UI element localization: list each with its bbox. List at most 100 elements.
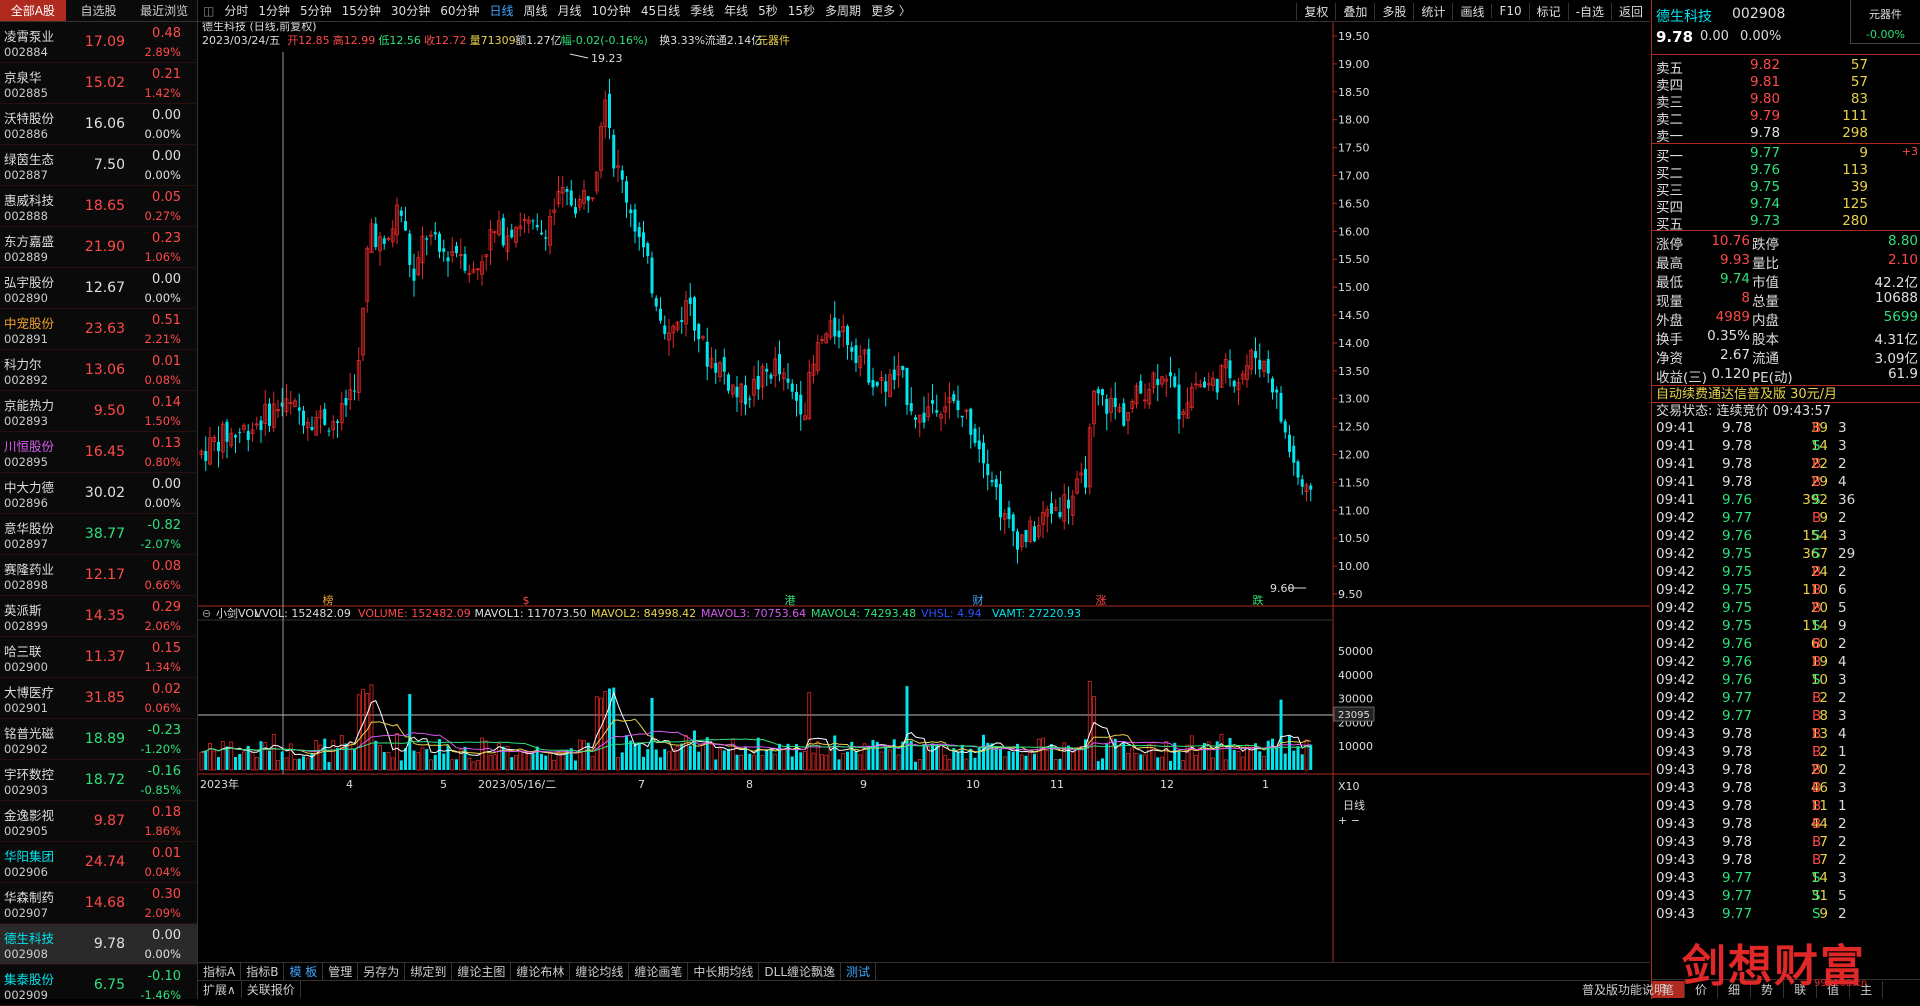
chart-tool-button[interactable]: 画线	[1452, 2, 1491, 20]
indicator-tab[interactable]: 指标B	[241, 963, 285, 980]
extension-tab[interactable]: 扩展∧	[198, 981, 242, 998]
stock-row[interactable]: 德生科技 002908 9.78 0.00 0.00%	[0, 924, 197, 965]
kline-chart[interactable]: 德生科技 (日线,前复权) 2023/03/24/五 开12.85 高12.99 低12…	[198, 19, 1650, 962]
bid-row[interactable]: 买一 9.77 9 +3	[1652, 145, 1920, 165]
stock-row[interactable]: 中大力德 002896 30.02 0.00 0.00%	[0, 473, 197, 514]
stock-row[interactable]: 宇环数控 002903 18.72 -0.16 -0.85%	[0, 760, 197, 801]
chart-tools: 复权 叠加 多股 统计 画线 F10 标记 -自选 返回	[1296, 0, 1650, 22]
ask-row[interactable]: 卖四 9.81 57	[1652, 74, 1920, 94]
candle-body	[654, 298, 658, 307]
tab-watchlist[interactable]: 自选股	[66, 0, 132, 21]
tick-side: S	[1812, 528, 1821, 544]
stock-name: 大博医疗	[4, 685, 55, 700]
stock-row[interactable]: 京泉华 002885 15.02 0.21 1.42%	[0, 63, 197, 104]
volume-bar	[922, 744, 926, 770]
stock-row[interactable]: 意华股份 002897 38.77 -0.82 -2.07%	[0, 514, 197, 555]
period-tab[interactable]: 月线	[553, 2, 587, 19]
bid-row[interactable]: 买四 9.74 125	[1652, 196, 1920, 216]
bid-row[interactable]: 买二 9.76 113	[1652, 162, 1920, 182]
indicator-tab[interactable]: 指标A	[198, 963, 242, 980]
chart-tool-button[interactable]: 叠加	[1335, 2, 1374, 20]
bid-row[interactable]: 买三 9.75 39	[1652, 179, 1920, 199]
tab-recent[interactable]: 最近浏览	[131, 0, 197, 21]
sector-box[interactable]: 元器件 -0.00%	[1850, 0, 1920, 44]
stock-row[interactable]: 弘宇股份 002890 12.67 0.00 0.00%	[0, 268, 197, 309]
chart-tool-button[interactable]: 复权	[1296, 2, 1335, 20]
period-tab[interactable]: 30分钟	[386, 2, 435, 19]
period-tab[interactable]: 45日线	[636, 2, 685, 19]
volume-bar	[323, 738, 327, 770]
chart-tool-button[interactable]: F10	[1491, 4, 1528, 18]
stock-row[interactable]: 中宠股份 002891 23.63 0.51 2.21%	[0, 309, 197, 350]
version-link[interactable]: 普及版功能说明	[1582, 981, 1666, 998]
indicator-tab[interactable]: 测试	[841, 963, 877, 980]
indicator-tab[interactable]: 管理	[323, 963, 359, 980]
ask-row[interactable]: 卖五 9.82 57	[1652, 57, 1920, 77]
promo-bar[interactable]: 自动续费通达信普及版 30元/月	[1652, 385, 1920, 402]
indicator-tab[interactable]: 缠论均线	[570, 963, 630, 980]
candle-body	[540, 232, 543, 235]
period-tab[interactable]: 周线	[519, 2, 553, 19]
indicator-tab[interactable]: 中长期均线	[688, 963, 760, 980]
period-tab[interactable]: 15秒	[783, 2, 820, 19]
chart-tool-button[interactable]: 多股	[1374, 2, 1413, 20]
indicator-tab[interactable]: DLL缠论飘逸	[759, 963, 842, 980]
stock-row[interactable]: 大博医疗 002901 31.85 0.02 0.06%	[0, 678, 197, 719]
period-tab[interactable]: 15分钟	[337, 2, 386, 19]
period-tab[interactable]: 季线	[685, 2, 719, 19]
indicator-tab[interactable]: 另存为	[358, 963, 406, 980]
tick-count: 2	[1838, 636, 1847, 652]
period-tab[interactable]: 多周期	[820, 2, 866, 19]
stock-row[interactable]: 科力尔 002892 13.06 0.01 0.08%	[0, 350, 197, 391]
candle-body	[705, 341, 709, 367]
stock-row[interactable]: 金逸影视 002905 9.87 0.18 1.86%	[0, 801, 197, 842]
candle-body	[642, 232, 645, 248]
extension-tab[interactable]: 关联报价	[242, 981, 301, 998]
stock-row[interactable]: 赛隆药业 002898 12.17 0.08 0.66%	[0, 555, 197, 596]
stock-row[interactable]: 铭普光磁 002902 18.89 -0.23 -1.20%	[0, 719, 197, 760]
bid-row[interactable]: 买五 9.73 280	[1652, 213, 1920, 233]
stock-row[interactable]: 凌霄泵业 002884 17.09 0.48 2.89%	[0, 22, 197, 63]
ask-row[interactable]: 卖一 9.78 298	[1652, 125, 1920, 145]
vol-tick: 10000	[1338, 740, 1373, 753]
volume-bar	[408, 694, 412, 770]
stock-row[interactable]: 惠威科技 002888 18.65 0.05 0.27%	[0, 186, 197, 227]
ask-row[interactable]: 卖二 9.79 111	[1652, 108, 1920, 128]
period-tab[interactable]: 1分钟	[253, 2, 295, 19]
indicator-tab[interactable]: 绑定到	[405, 963, 453, 980]
period-tab[interactable]: 年线	[719, 2, 753, 19]
stock-row[interactable]: 东方嘉盛 002889 21.90 0.23 1.06%	[0, 227, 197, 268]
tick-count: 2	[1838, 906, 1847, 922]
chart-tool-button[interactable]: 返回	[1610, 2, 1650, 20]
stock-row[interactable]: 川恒股份 002895 16.45 0.13 0.80%	[0, 432, 197, 473]
tab-all-a-shares[interactable]: 全部A股	[0, 0, 66, 21]
stock-row[interactable]: 沃特股份 002886 16.06 0.00 0.00%	[0, 104, 197, 145]
stock-row[interactable]: 华森制药 002907 14.68 0.30 2.09%	[0, 883, 197, 924]
chart-tool-button[interactable]: 标记	[1528, 2, 1568, 20]
indicator-tab[interactable]: 缠论画笔	[629, 963, 689, 980]
stock-row[interactable]: 京能热力 002893 9.50 0.14 1.50%	[0, 391, 197, 432]
period-tab[interactable]: 分时	[219, 2, 253, 19]
period-tab[interactable]: 日线	[484, 2, 518, 19]
period-tab[interactable]: 5分钟	[295, 2, 337, 19]
panel-toggle-icon[interactable]: ◫	[198, 4, 219, 18]
candle-body	[999, 483, 1002, 518]
chart-tool-button[interactable]: -自选	[1567, 2, 1611, 20]
stock-row[interactable]: 英派斯 002899 14.35 0.29 2.06%	[0, 596, 197, 637]
stock-row[interactable]: 哈三联 002900 11.37 0.15 1.34%	[0, 637, 197, 678]
stock-row[interactable]: 华阳集团 002906 24.74 0.01 0.04%	[0, 842, 197, 883]
indicator-tab[interactable]: 缠论布林	[511, 963, 571, 980]
chart-tool-button[interactable]: 统计	[1413, 2, 1452, 20]
candle-body	[837, 330, 841, 338]
period-tab[interactable]: 5秒	[753, 2, 783, 19]
period-tab[interactable]: 10分钟	[587, 2, 636, 19]
indicator-tab[interactable]: 模 板	[284, 963, 324, 980]
stock-row[interactable]: 集泰股份 002909 6.75 -0.10 -1.46%	[0, 965, 197, 1006]
volume-bar	[646, 749, 650, 770]
period-tab[interactable]: 更多 〉	[866, 2, 916, 19]
period-tab[interactable]: 60分钟	[435, 2, 484, 19]
ask-row[interactable]: 卖三 9.80 83	[1652, 91, 1920, 111]
indicator-tab[interactable]: 缠论主图	[452, 963, 512, 980]
stock-row[interactable]: 绿茵生态 002887 7.50 0.00 0.00%	[0, 145, 197, 186]
tick-price: 9.78	[1722, 834, 1753, 850]
